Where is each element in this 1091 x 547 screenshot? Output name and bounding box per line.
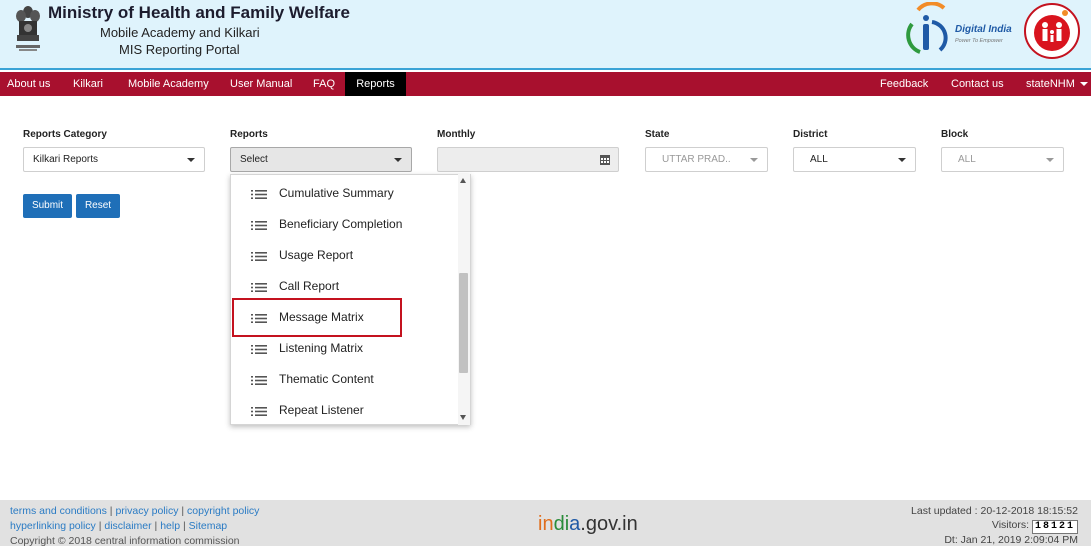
reset-button[interactable]: Reset (76, 194, 120, 218)
user-menu-label: stateNHM (1026, 78, 1075, 90)
list-icon (251, 407, 267, 416)
submit-button[interactable]: Submit (23, 194, 72, 218)
scrollbar-thumb[interactable] (459, 273, 468, 373)
sitemap-link[interactable]: Sitemap (189, 520, 228, 532)
monthly-datepicker[interactable] (437, 147, 619, 172)
highlight-annotation-box (232, 298, 402, 337)
date-time-text: Dt: Jan 21, 2019 2:09:04 PM (944, 534, 1078, 546)
footer-links-row-1: terms and conditions | privacy policy | … (10, 505, 260, 517)
reports-category-label: Reports Category (23, 129, 107, 140)
reports-label: Reports (230, 129, 268, 140)
dropdown-item-repeat-listener[interactable]: Repeat Listener (231, 395, 457, 424)
caret-down-icon (1046, 158, 1054, 162)
monthly-label: Monthly (437, 129, 476, 140)
user-menu[interactable]: stateNHM (1026, 72, 1088, 96)
block-label: Block (941, 129, 969, 140)
caret-down-icon (750, 158, 758, 162)
reports-category-value: Kilkari Reports (33, 154, 99, 165)
scroll-down-arrow-icon[interactable] (460, 415, 466, 420)
visitors-label: Visitors: (991, 519, 1030, 531)
site-title: Ministry of Health and Family Welfare (48, 3, 350, 22)
privacy-link[interactable]: privacy policy (115, 505, 178, 517)
block-value: ALL (958, 154, 976, 165)
state-value: UTTAR PRAD.. (662, 154, 731, 165)
footer-links-row-2: hyperlinking policy | disclaimer | help … (10, 520, 228, 532)
dropdown-item-beneficiary-completion[interactable]: Beneficiary Completion (231, 209, 457, 240)
nav-contact-us[interactable]: Contact us (951, 72, 1004, 96)
nav-kilkari[interactable]: Kilkari (73, 72, 103, 96)
nav-user-manual[interactable]: User Manual (230, 72, 292, 96)
list-icon (251, 190, 267, 199)
site-subtitle: Mobile Academy and Kilkari (100, 25, 260, 40)
visitors-count: 18121 (1031, 520, 1078, 534)
digital-india-text: Digital India (955, 24, 1012, 35)
district-label: District (793, 129, 828, 140)
district-value: ALL (810, 154, 828, 165)
reports-category-select[interactable]: Kilkari Reports (23, 147, 205, 172)
help-link[interactable]: help (160, 520, 180, 532)
caret-down-icon (187, 158, 195, 162)
main-navbar: About us Kilkari Mobile Academy User Man… (0, 72, 1091, 96)
portal-name: MIS Reporting Portal (119, 42, 240, 57)
nav-reports[interactable]: Reports (345, 72, 406, 96)
caret-down-icon (394, 158, 402, 162)
caret-down-icon (898, 158, 906, 162)
site-header: Ministry of Health and Family Welfare Mo… (0, 0, 1091, 70)
list-icon (251, 221, 267, 230)
list-icon (251, 376, 267, 385)
dropdown-item-listening-matrix[interactable]: Listening Matrix (231, 333, 457, 364)
visitors-counter: Visitors: 18121 (992, 519, 1078, 534)
last-updated-text: Last updated : 20-12-2018 18:15:52 (911, 505, 1078, 517)
list-icon (251, 345, 267, 354)
digital-india-tagline: Power To Empower (955, 38, 1003, 44)
calendar-icon[interactable] (600, 154, 610, 165)
list-icon (251, 283, 267, 292)
copyright-policy-link[interactable]: copyright policy (187, 505, 259, 517)
terms-link[interactable]: terms and conditions (10, 505, 107, 517)
list-icon (251, 252, 267, 261)
dropdown-item-label: Repeat Listener (279, 403, 364, 417)
national-emblem-icon (16, 6, 40, 51)
scroll-up-arrow-icon[interactable] (460, 178, 466, 183)
dropdown-item-label: Beneficiary Completion (279, 217, 403, 231)
dropdown-item-label: Usage Report (279, 248, 354, 262)
reports-select[interactable]: Select (230, 147, 412, 172)
state-select[interactable]: UTTAR PRAD.. (645, 147, 768, 172)
dropdown-item-label: Thematic Content (279, 372, 374, 386)
hyperlinking-link[interactable]: hyperlinking policy (10, 520, 96, 532)
nhm-logo-icon (1024, 3, 1080, 59)
reports-value: Select (240, 154, 268, 165)
copyright-text: Copyright © 2018 central information com… (10, 535, 240, 547)
india-gov-logo[interactable]: india.gov.in (538, 513, 638, 536)
nav-feedback[interactable]: Feedback (880, 72, 928, 96)
nav-about-us[interactable]: About us (7, 72, 50, 96)
dropdown-item-label: Cumulative Summary (279, 186, 394, 200)
district-select[interactable]: ALL (793, 147, 916, 172)
dropdown-item-label: Listening Matrix (279, 341, 364, 355)
dropdown-item-usage-report[interactable]: Usage Report (231, 240, 457, 271)
nav-faq[interactable]: FAQ (313, 72, 335, 96)
state-label: State (645, 129, 670, 140)
dropdown-item-cumulative-summary[interactable]: Cumulative Summary (231, 178, 457, 209)
caret-down-icon (1079, 82, 1088, 87)
disclaimer-link[interactable]: disclaimer (104, 520, 151, 532)
nav-mobile-academy[interactable]: Mobile Academy (128, 72, 209, 96)
dropdown-item-thematic-content[interactable]: Thematic Content (231, 364, 457, 395)
block-select[interactable]: ALL (941, 147, 1064, 172)
